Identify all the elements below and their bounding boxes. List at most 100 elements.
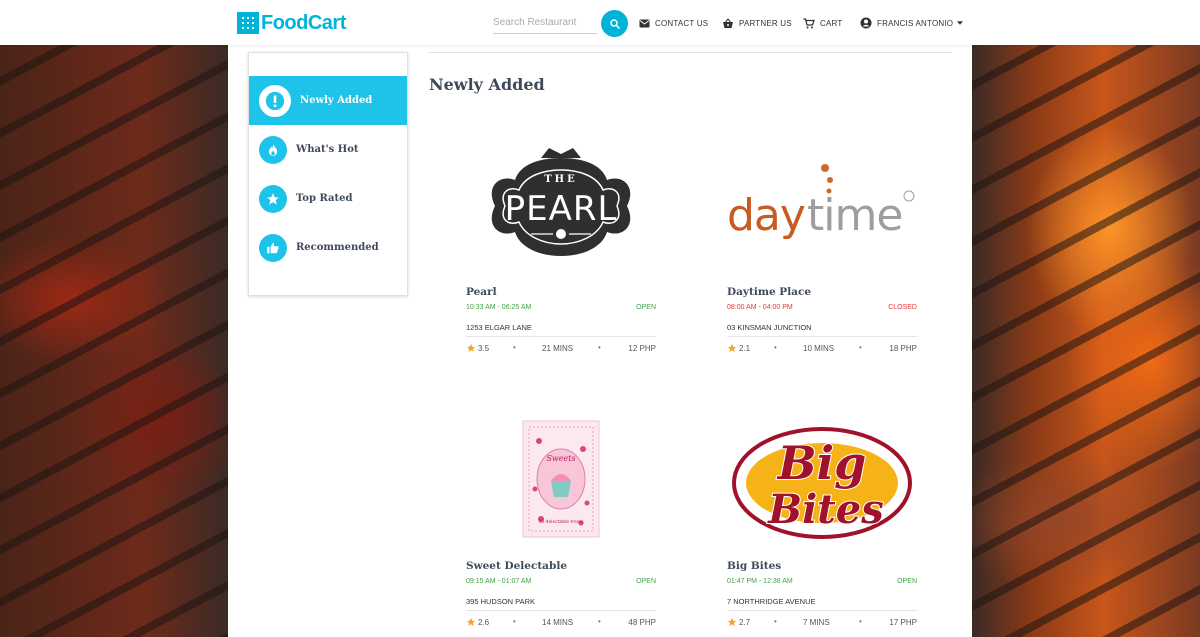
restaurant-meta: 2.6 • 14 MINS • 48 PHP — [466, 617, 656, 629]
sidebar-item-newly-added[interactable]: Newly Added — [249, 76, 407, 125]
rating-value: 3.5 — [478, 343, 490, 353]
main-content: Newly Added What's Hot Top Rated Recomme… — [228, 45, 972, 637]
delivery-time: 10 MINS — [803, 344, 835, 353]
separator-dot: • — [598, 617, 601, 626]
delivery-time: 21 MINS — [542, 344, 574, 353]
mail-icon — [639, 19, 650, 27]
svg-text:Sweets: Sweets — [546, 454, 575, 463]
restaurant-address: 03 KINSMAN JUNCTION — [727, 323, 812, 332]
separator-dot: • — [859, 343, 862, 352]
sidebar-item-recommended[interactable]: Recommended — [249, 223, 407, 272]
nav-partner-us[interactable]: PARTNER US — [722, 16, 792, 30]
separator-dot: • — [513, 343, 516, 352]
svg-text:50 delectable treats: 50 delectable treats — [538, 519, 584, 525]
status-badge: CLOSED — [888, 304, 917, 311]
rating: 2.1 — [727, 343, 750, 353]
sidebar-item-whats-hot[interactable]: What's Hot — [249, 125, 407, 174]
restaurant-logo-sweet-delectable: Sweets 50 delectable treats — [466, 409, 656, 549]
star-icon — [727, 617, 737, 626]
separator-dot: • — [774, 343, 777, 352]
sidebar-item-top-rated[interactable]: Top Rated — [249, 174, 407, 223]
delivery-time: 14 MINS — [542, 618, 574, 627]
thumbs-up-icon — [259, 233, 287, 262]
star-icon — [466, 617, 476, 626]
svg-text:PEARL: PEARL — [505, 189, 618, 229]
status-badge: OPEN — [897, 578, 917, 585]
nav-user-menu[interactable]: FRANCIS ANTONIO — [860, 16, 968, 30]
card-divider — [466, 336, 656, 337]
sidebar-item-label: Recommended — [296, 242, 379, 253]
content-divider — [428, 52, 952, 53]
svg-text:Big: Big — [776, 436, 867, 490]
cart-icon — [803, 17, 815, 28]
search-button[interactable] — [601, 10, 628, 37]
logo-text: FoodCart — [261, 11, 346, 34]
sidebar-item-label: What's Hot — [296, 144, 359, 155]
category-sidebar: Newly Added What's Hot Top Rated Recomme… — [248, 52, 408, 296]
star-icon — [727, 343, 737, 352]
rating-value: 2.6 — [478, 617, 490, 627]
nav-contact-us[interactable]: CONTACT US — [639, 16, 708, 30]
restaurant-name[interactable]: Pearl — [466, 286, 497, 298]
separator-dot: • — [774, 617, 777, 626]
account-circle-icon — [860, 17, 872, 29]
rating: 3.5 — [466, 343, 489, 353]
flame-icon — [259, 135, 287, 164]
restaurant-address: 7 NORTHRIDGE AVENUE — [727, 597, 816, 606]
card-divider — [466, 610, 656, 611]
restaurant-meta: 2.7 • 7 MINS • 17 PHP — [727, 617, 917, 629]
rating: 2.6 — [466, 617, 489, 627]
svg-text:Bites: Bites — [767, 486, 883, 533]
restaurant-meta: 2.1 • 10 MINS • 18 PHP — [727, 343, 917, 355]
sidebar-item-label: Newly Added — [300, 95, 373, 106]
top-navbar: FoodCart CONTACT US PARTNER US CART FRAN… — [0, 0, 1200, 45]
foodcart-logo[interactable]: FoodCart — [237, 11, 346, 35]
page-title: Newly Added — [429, 75, 545, 94]
restaurant-meta: 3.5 • 21 MINS • 12 PHP — [466, 343, 656, 355]
restaurant-hours: 09:15 AM - 01:07 AM — [466, 578, 532, 585]
svg-text:THE: THE — [544, 174, 578, 185]
restaurant-card-big-bites[interactable]: Big Bites Big Bites 01:47 PM - 12:38 AM … — [727, 409, 917, 637]
star-icon — [259, 184, 287, 213]
status-badge: OPEN — [636, 578, 656, 585]
restaurant-hours: 08:00 AM - 04:00 PM — [727, 304, 793, 311]
rating-value: 2.1 — [739, 343, 751, 353]
restaurant-address: 395 HUDSON PARK — [466, 597, 536, 606]
basket-icon — [723, 17, 733, 28]
restaurant-name[interactable]: Big Bites — [727, 560, 781, 572]
separator-dot: • — [513, 617, 516, 626]
separator-dot: • — [859, 617, 862, 626]
restaurant-logo-big-bites: Big Bites — [727, 409, 917, 549]
nav-cart[interactable]: CART — [803, 16, 842, 30]
restaurant-hours: 01:47 PM - 12:38 AM — [727, 578, 793, 585]
status-badge: OPEN — [636, 304, 656, 311]
price: 12 PHP — [628, 344, 656, 353]
restaurant-logo-daytime: day time — [727, 135, 917, 275]
logo-grid-icon — [237, 12, 259, 34]
chevron-down-icon — [957, 21, 964, 25]
restaurant-card-pearl[interactable]: THE PEARL Pearl 10:33 AM - 06:25 AM OPEN… — [466, 135, 656, 365]
exclamation-icon — [259, 84, 291, 117]
price: 18 PHP — [889, 344, 917, 353]
rating-value: 2.7 — [739, 617, 751, 627]
restaurant-hours: 10:33 AM - 06:25 AM — [466, 304, 532, 311]
card-divider — [727, 610, 917, 611]
price: 17 PHP — [889, 618, 917, 627]
search-input[interactable] — [493, 12, 597, 34]
separator-dot: • — [598, 343, 601, 352]
restaurant-logo-pearl: THE PEARL — [466, 135, 656, 275]
svg-text:day: day — [727, 190, 805, 241]
restaurant-name[interactable]: Daytime Place — [727, 286, 811, 298]
card-divider — [727, 336, 917, 337]
restaurant-card-daytime-place[interactable]: day time Daytime Place 08:00 AM - 04:00 … — [727, 135, 917, 365]
restaurant-card-sweet-delectable[interactable]: Sweets 50 delectable treats Sweet Delect… — [466, 409, 656, 637]
svg-text:time: time — [807, 190, 902, 241]
restaurant-address: 1253 ELGAR LANE — [466, 323, 532, 332]
search-icon — [609, 18, 620, 29]
delivery-time: 7 MINS — [803, 618, 830, 627]
rating: 2.7 — [727, 617, 750, 627]
restaurant-name[interactable]: Sweet Delectable — [466, 560, 567, 572]
price: 48 PHP — [628, 618, 656, 627]
sidebar-item-label: Top Rated — [296, 193, 353, 204]
star-icon — [466, 343, 476, 352]
